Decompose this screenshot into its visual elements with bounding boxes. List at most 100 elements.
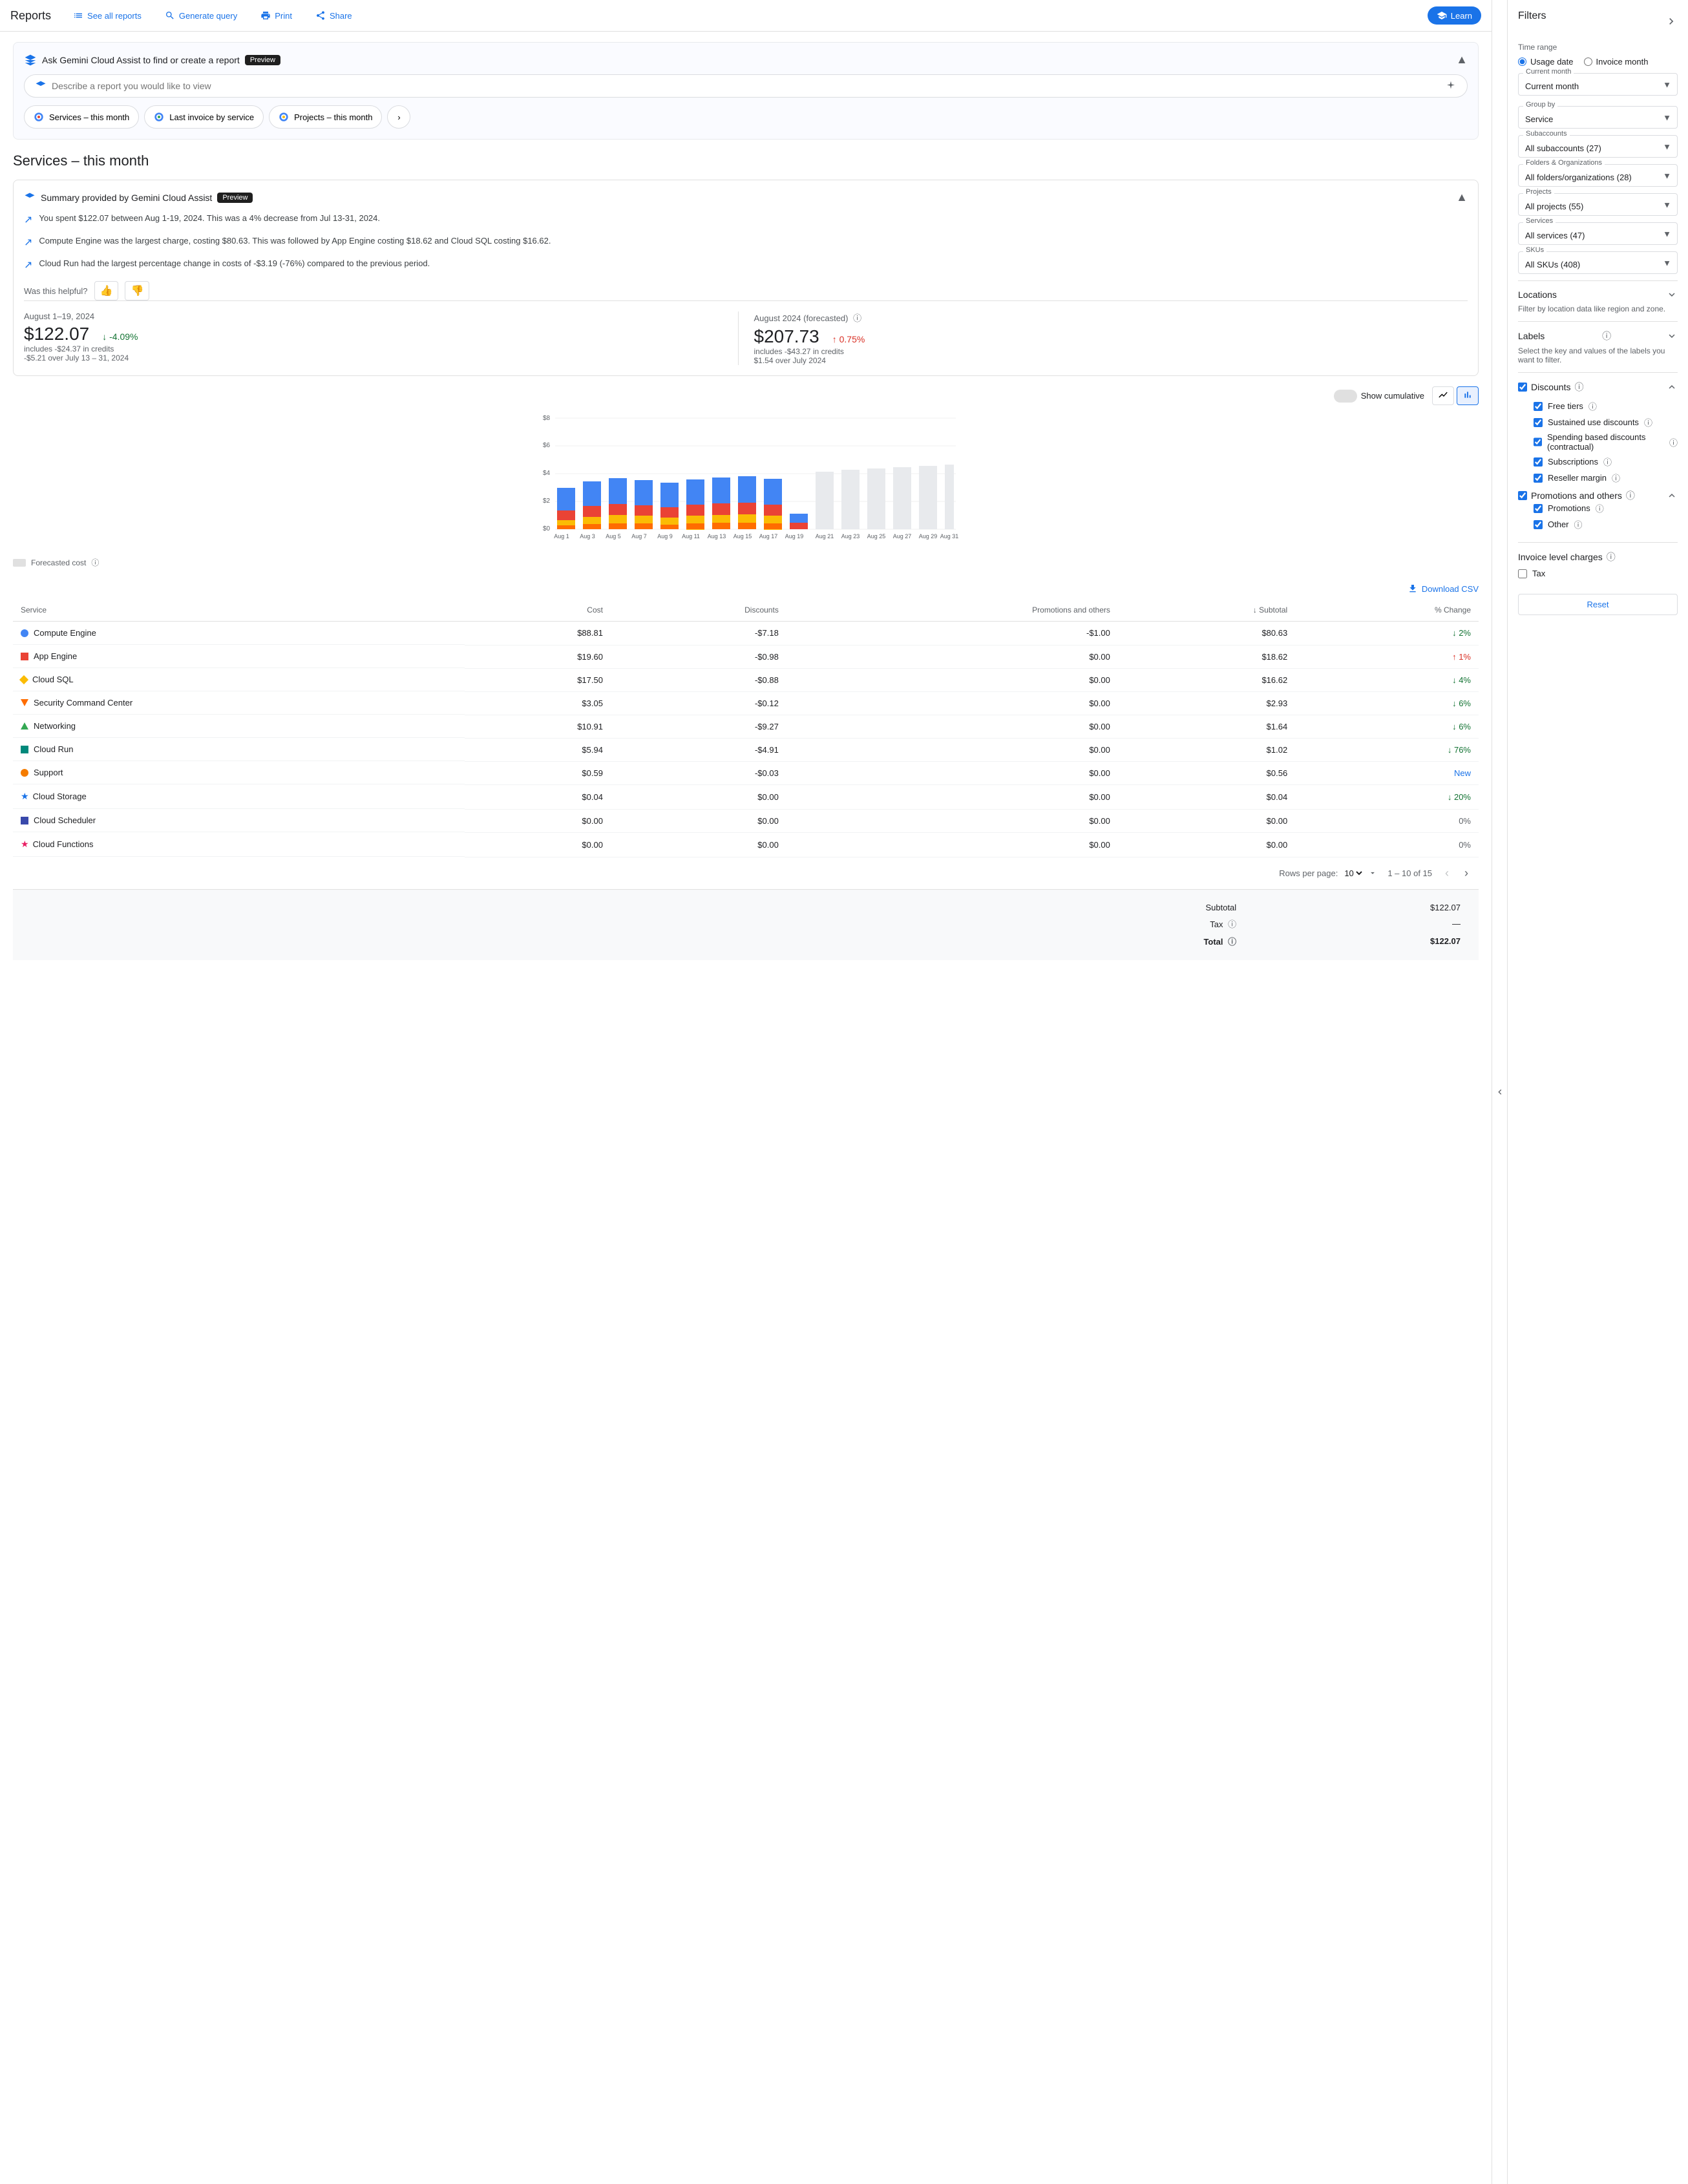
- invoice-month-radio[interactable]: [1584, 58, 1592, 66]
- see-all-reports-label: See all reports: [87, 11, 142, 21]
- quick-report-last-invoice[interactable]: Last invoice by service: [144, 105, 264, 129]
- total-help-icon[interactable]: ⓘ: [1228, 937, 1236, 947]
- table-row: Cloud Scheduler $0.00 $0.00 $0.00 $0.00 …: [13, 809, 1479, 832]
- current-month-label: Current month: [1523, 68, 1574, 76]
- show-cumulative-toggle[interactable]: Show cumulative: [1334, 390, 1424, 403]
- rows-per-page-select[interactable]: 10 25 50: [1342, 868, 1364, 879]
- download-csv-button[interactable]: Download CSV: [1408, 583, 1479, 594]
- free-tiers-help-icon[interactable]: ⓘ: [1588, 400, 1597, 412]
- promotions-sub-help-icon[interactable]: ⓘ: [1596, 502, 1604, 514]
- svg-text:Aug 3: Aug 3: [580, 533, 595, 540]
- gemini-text-input[interactable]: [52, 81, 1440, 91]
- invoice-month-option[interactable]: Invoice month: [1584, 57, 1649, 67]
- sustained-help-icon[interactable]: ⓘ: [1644, 416, 1652, 428]
- discounts-checkbox[interactable]: [1518, 383, 1527, 392]
- quick-report-projects[interactable]: Projects – this month: [269, 105, 382, 129]
- reseller-help-icon[interactable]: ⓘ: [1612, 472, 1620, 484]
- usage-date-radio[interactable]: [1518, 58, 1526, 66]
- tax-help-icon[interactable]: ⓘ: [1228, 919, 1236, 929]
- sidebar-toggle[interactable]: [1492, 0, 1507, 2184]
- invoice-section: Invoice level charges ⓘ Tax: [1518, 542, 1678, 586]
- usage-date-option[interactable]: Usage date: [1518, 57, 1574, 67]
- skus-select[interactable]: All SKUs (408): [1518, 251, 1678, 274]
- spending-based-checkbox[interactable]: [1534, 437, 1542, 446]
- summary-collapse-button[interactable]: ▲: [1456, 191, 1468, 204]
- credits-header[interactable]: Discounts ⓘ: [1518, 381, 1678, 394]
- subscriptions-help-icon[interactable]: ⓘ: [1603, 456, 1612, 468]
- forecast-help-icon[interactable]: ⓘ: [853, 313, 861, 323]
- labels-desc: Select the key and values of the labels …: [1518, 346, 1678, 364]
- locations-header[interactable]: Locations: [1518, 289, 1678, 300]
- other-help-icon[interactable]: ⓘ: [1574, 518, 1583, 530]
- table-row: App Engine $19.60 -$0.98 $0.00 $18.62 ↑ …: [13, 645, 1479, 668]
- toggle-switch[interactable]: [1334, 390, 1357, 403]
- subtotal-cell: $80.63: [1118, 622, 1295, 646]
- learn-button[interactable]: Learn: [1428, 6, 1481, 25]
- sparkle-icon: [1445, 80, 1457, 92]
- cost-cell: $0.04: [465, 784, 611, 809]
- svg-text:Aug 17: Aug 17: [759, 533, 778, 540]
- sustained-use-item: Sustained use discounts ⓘ: [1518, 416, 1678, 428]
- quick-reports-next-button[interactable]: ›: [387, 105, 410, 129]
- table-row: Networking $10.91 -$9.27 $0.00 $1.64 ↓ 6…: [13, 715, 1479, 738]
- see-all-reports-button[interactable]: See all reports: [67, 6, 148, 25]
- free-tiers-checkbox[interactable]: [1534, 402, 1543, 411]
- total-row: Total ⓘ $122.07: [23, 932, 1468, 950]
- other-checkbox[interactable]: [1534, 520, 1543, 529]
- col-subtotal: ↓ Subtotal: [1118, 599, 1295, 622]
- spending-based-item: Spending based discounts (contractual) ⓘ: [1518, 432, 1678, 452]
- discounts-help-icon[interactable]: ⓘ: [1574, 381, 1583, 394]
- totals-section: Subtotal $122.07 Tax ⓘ — Total ⓘ: [13, 889, 1479, 960]
- services-wrapper: Services All services (47) ▼: [1518, 222, 1678, 245]
- prev-page-button[interactable]: ‹: [1442, 865, 1451, 881]
- subtotal-cell: $0.00: [1118, 832, 1295, 857]
- cost-cell: $0.59: [465, 761, 611, 784]
- promotions-cell: $0.00: [786, 738, 1118, 761]
- promotions-cell: $0.00: [786, 668, 1118, 691]
- quick-report-services[interactable]: Services – this month: [24, 105, 139, 129]
- share-button[interactable]: Share: [309, 6, 359, 25]
- subtotal-cell: $2.93: [1118, 691, 1295, 715]
- bar-chart-button[interactable]: [1457, 386, 1479, 405]
- thumbs-up-button[interactable]: 👍: [94, 281, 119, 300]
- generate-query-button[interactable]: Generate query: [158, 6, 244, 25]
- service-name-cell: Cloud Run: [13, 738, 465, 761]
- group-by-select[interactable]: Service: [1518, 106, 1678, 129]
- share-icon: [315, 10, 326, 21]
- subaccounts-label: Subaccounts: [1523, 130, 1570, 138]
- labels-help-icon[interactable]: ⓘ: [1602, 330, 1611, 342]
- labels-header[interactable]: Labels ⓘ: [1518, 330, 1678, 342]
- folders-select[interactable]: All folders/organizations (28): [1518, 164, 1678, 187]
- subscriptions-checkbox[interactable]: [1534, 457, 1543, 467]
- rows-per-page-control: Rows per page: 10 25 50: [1279, 868, 1377, 879]
- spending-help-icon[interactable]: ⓘ: [1669, 436, 1678, 448]
- time-range-select[interactable]: Current month: [1518, 73, 1678, 96]
- discounts-cell: -$9.27: [611, 715, 786, 738]
- gemini-collapse-button[interactable]: ▲: [1456, 53, 1468, 67]
- forecasted-help-icon[interactable]: ⓘ: [91, 557, 99, 568]
- promotions-cell: $0.00: [786, 645, 1118, 668]
- tax-checkbox[interactable]: [1518, 569, 1527, 578]
- print-button[interactable]: Print: [254, 6, 299, 25]
- sidebar-expand-icon[interactable]: [1665, 15, 1678, 28]
- projects-select[interactable]: All projects (55): [1518, 193, 1678, 216]
- promotions-others-checkbox[interactable]: [1518, 491, 1527, 500]
- google-cloud-icon3: [279, 112, 289, 122]
- summary-point-2: ↗ Compute Engine was the largest charge,…: [24, 235, 1468, 251]
- service-name-cell: Support: [13, 761, 465, 784]
- reset-button[interactable]: Reset: [1518, 594, 1678, 615]
- sustained-use-checkbox[interactable]: [1534, 418, 1543, 427]
- next-page-button[interactable]: ›: [1462, 865, 1471, 881]
- promotions-header[interactable]: Promotions and others ⓘ: [1518, 489, 1678, 502]
- invoice-help-icon[interactable]: ⓘ: [1607, 551, 1616, 563]
- services-select[interactable]: All services (47): [1518, 222, 1678, 245]
- reseller-margin-checkbox[interactable]: [1534, 474, 1543, 483]
- promotions-help-icon[interactable]: ⓘ: [1626, 489, 1635, 502]
- filters-sidebar: Filters Time range Usage date Invoice mo…: [1507, 0, 1688, 2184]
- thumbs-down-button[interactable]: 👎: [125, 281, 149, 300]
- subaccounts-wrapper: Subaccounts All subaccounts (27) ▼: [1518, 135, 1678, 158]
- promotions-checkbox[interactable]: [1534, 504, 1543, 513]
- current-stat-credits: includes -$24.37 in credits: [24, 344, 728, 353]
- line-chart-button[interactable]: [1432, 386, 1454, 405]
- subaccounts-select[interactable]: All subaccounts (27): [1518, 135, 1678, 158]
